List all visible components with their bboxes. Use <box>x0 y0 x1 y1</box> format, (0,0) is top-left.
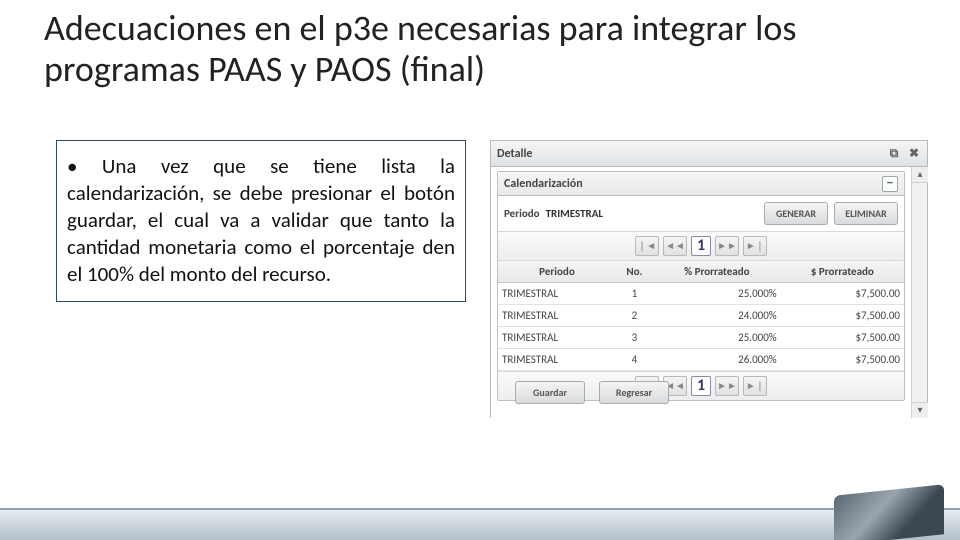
pager-next-button[interactable]: ►► <box>715 236 739 256</box>
cell-no: 3 <box>616 327 653 349</box>
pager2-next-button[interactable]: ►► <box>715 376 739 396</box>
cell-periodo: TRIMESTRAL <box>498 327 616 349</box>
pager2-last-button[interactable]: ►❘ <box>743 376 767 396</box>
pager-last-button[interactable]: ►❘ <box>743 236 767 256</box>
table-row: TRIMESTRAL 1 25.000% $7,500.00 <box>498 283 904 305</box>
period-value: TRIMESTRAL <box>546 207 604 220</box>
footer-banner <box>0 508 960 540</box>
col-monto: $ Prorrateado <box>781 261 904 283</box>
period-row: Periodo TRIMESTRAL GENERAR ELIMINAR <box>498 196 904 232</box>
cell-monto: $7,500.00 <box>781 283 904 305</box>
pager-prev-button[interactable]: ◄◄ <box>663 236 687 256</box>
table-header-row: Periodo No. % Prorrateado $ Prorrateado <box>498 261 904 283</box>
action-buttons: Guardar Regresar <box>509 381 669 404</box>
detail-panel: Detalle ⧉ ✖ ▴ ▾ Calendarización − Period… <box>490 140 928 418</box>
page-title: Adecuaciones en el p3e necesarias para i… <box>44 8 914 91</box>
cell-pct: 25.000% <box>653 283 781 305</box>
col-periodo: Periodo <box>498 261 616 283</box>
period-label: Periodo <box>504 207 540 220</box>
table-row: TRIMESTRAL 4 26.000% $7,500.00 <box>498 349 904 371</box>
cell-no: 1 <box>616 283 653 305</box>
calendar-header: Calendarización − <box>498 172 904 196</box>
col-no: No. <box>616 261 653 283</box>
cell-monto: $7,500.00 <box>781 327 904 349</box>
cell-monto: $7,500.00 <box>781 349 904 371</box>
cell-periodo: TRIMESTRAL <box>498 283 616 305</box>
scroll-up-icon[interactable]: ▴ <box>912 167 928 183</box>
panel-body: ▴ ▾ Calendarización − Periodo TRIMESTRAL… <box>491 167 927 418</box>
save-button[interactable]: Guardar <box>515 381 585 404</box>
bullet-text: • Una vez que se tiene lista la calendar… <box>67 153 455 287</box>
generate-button[interactable]: GENERAR <box>764 202 828 225</box>
cell-no: 4 <box>616 349 653 371</box>
cell-monto: $7,500.00 <box>781 305 904 327</box>
bullet-text-content: Una vez que se tiene lista la calendariz… <box>67 153 455 287</box>
description-box: • Una vez que se tiene lista la calendar… <box>56 140 466 302</box>
calendar-section: Calendarización − Periodo TRIMESTRAL GEN… <box>497 171 905 401</box>
cell-pct: 25.000% <box>653 327 781 349</box>
pager2-current: 1 <box>691 376 711 396</box>
vertical-scrollbar[interactable]: ▴ ▾ <box>911 167 927 418</box>
pager-first-button[interactable]: ❘◄ <box>635 236 659 256</box>
calendar-table: Periodo No. % Prorrateado $ Prorrateado … <box>498 261 904 371</box>
cell-periodo: TRIMESTRAL <box>498 349 616 371</box>
table-row: TRIMESTRAL 2 24.000% $7,500.00 <box>498 305 904 327</box>
pager-top: ❘◄ ◄◄ 1 ►► ►❘ <box>498 232 904 261</box>
table-row: TRIMESTRAL 3 25.000% $7,500.00 <box>498 327 904 349</box>
collapse-icon[interactable]: − <box>882 176 898 192</box>
panel-title: Detalle <box>497 147 532 161</box>
pager-current: 1 <box>691 236 711 256</box>
panel-header: Detalle ⧉ ✖ <box>491 141 927 167</box>
cell-pct: 24.000% <box>653 305 781 327</box>
scroll-down-icon[interactable]: ▾ <box>912 402 928 418</box>
delete-button[interactable]: ELIMINAR <box>834 202 898 225</box>
cell-periodo: TRIMESTRAL <box>498 305 616 327</box>
cell-no: 2 <box>616 305 653 327</box>
col-pct: % Prorrateado <box>653 261 781 283</box>
calendar-title: Calendarización <box>504 177 583 191</box>
close-icon[interactable]: ✖ <box>907 147 921 161</box>
cell-pct: 26.000% <box>653 349 781 371</box>
back-button[interactable]: Regresar <box>599 381 669 404</box>
popout-icon[interactable]: ⧉ <box>887 147 901 161</box>
